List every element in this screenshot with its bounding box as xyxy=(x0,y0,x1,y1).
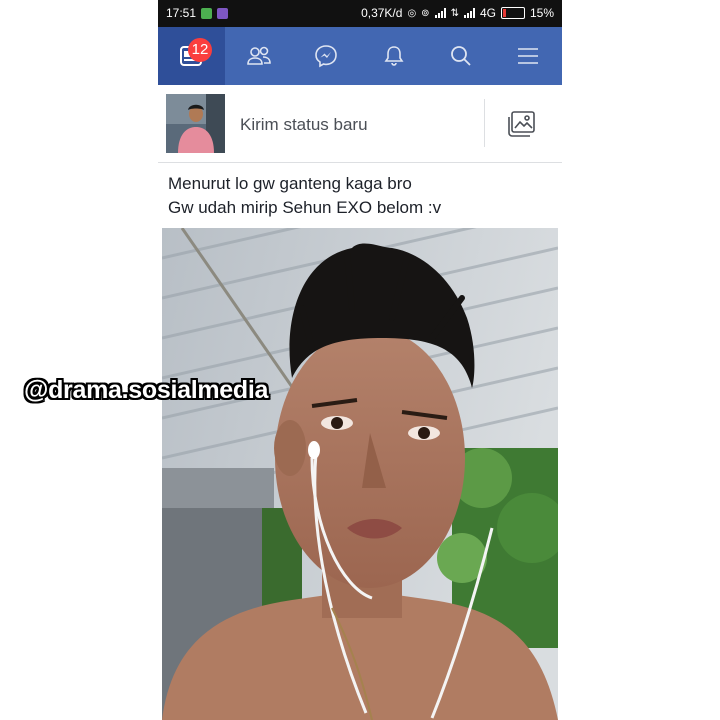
menu-icon xyxy=(518,48,539,64)
network-speed: 0,37K/d xyxy=(361,6,403,20)
top-navigation-bar: 12 xyxy=(158,27,562,85)
tab-notifications[interactable] xyxy=(360,27,427,85)
alarm-icon: ⊚ xyxy=(421,7,430,19)
tab-menu[interactable] xyxy=(495,27,562,85)
bell-icon xyxy=(384,46,404,66)
tab-friends[interactable] xyxy=(225,27,292,85)
network-type: 4G xyxy=(479,6,496,20)
data-arrows-icon: ⇅ xyxy=(450,7,459,19)
post-text-line: Menurut lo gw ganteng kaga bro xyxy=(168,174,412,193)
tab-news-feed[interactable]: 12 xyxy=(158,27,226,85)
post-text: Menurut lo gw ganteng kaga bro Gw udah m… xyxy=(168,172,548,220)
status-bar: 17:51 0,37K/d ◎ ⊚ ⇅ 4G 15% xyxy=(158,0,562,27)
photo-icon xyxy=(508,111,535,137)
app-notification-icon xyxy=(217,7,229,19)
phone-screen: 17:51 0,37K/d ◎ ⊚ ⇅ 4G 15% 12 Kirim stat… xyxy=(158,0,562,720)
status-composer: Kirim status baru xyxy=(158,85,562,163)
signal-icon xyxy=(463,8,475,18)
friends-icon xyxy=(247,46,271,65)
battery-percent: 15% xyxy=(529,6,554,20)
avatar[interactable] xyxy=(166,94,225,153)
sync-icon: ◎ xyxy=(407,7,417,19)
app-notification-icon xyxy=(201,7,213,19)
search-icon xyxy=(451,46,471,66)
divider xyxy=(484,99,485,147)
battery-icon xyxy=(500,7,525,19)
notification-count-badge: 12 xyxy=(188,38,212,62)
signal-icon xyxy=(434,8,446,18)
messenger-icon xyxy=(315,45,338,68)
status-time: 17:51 xyxy=(166,6,197,20)
post-text-line: Gw udah mirip Sehun EXO belom :v xyxy=(168,198,442,217)
post-photo[interactable] xyxy=(162,228,558,720)
add-photo-button[interactable] xyxy=(506,109,538,139)
tab-search[interactable] xyxy=(427,27,494,85)
tab-messenger[interactable] xyxy=(293,27,360,85)
watermark: @drama.sosialmedia xyxy=(24,376,269,404)
composer-input[interactable]: Kirim status baru xyxy=(240,115,368,135)
